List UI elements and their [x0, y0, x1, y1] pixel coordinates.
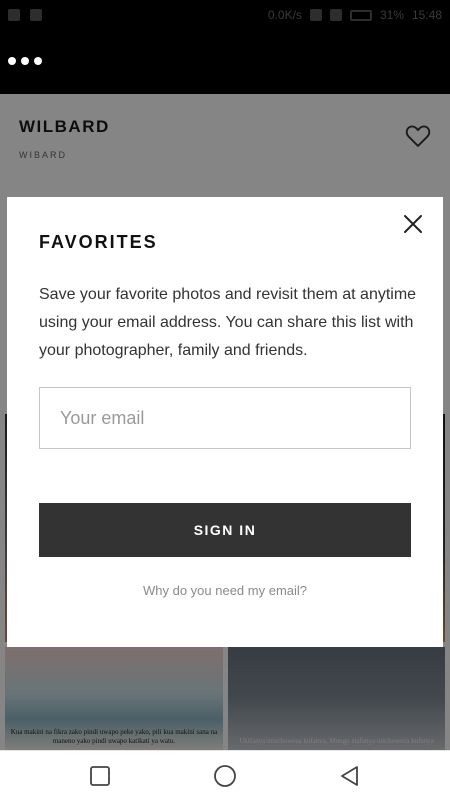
home-circle-icon[interactable]	[212, 763, 238, 789]
clock: 15:48	[411, 8, 442, 22]
status-bar: 0.0K/s 31% 15:48	[0, 0, 450, 32]
back-triangle-icon[interactable]	[337, 763, 363, 789]
favorites-modal: FAVORITES Save your favorite photos and …	[7, 197, 443, 647]
modal-description: Save your favorite photos and revisit th…	[39, 286, 417, 359]
network-speed: 0.0K/s	[267, 8, 302, 22]
sign-in-button[interactable]: SIGN IN	[39, 503, 411, 557]
image-icon	[30, 9, 42, 21]
close-icon[interactable]	[401, 212, 425, 236]
wifi-icon	[309, 9, 322, 21]
email-field[interactable]	[39, 387, 411, 449]
battery-level: 31%	[379, 8, 404, 22]
app-bar	[0, 32, 450, 94]
recents-square-icon[interactable]	[87, 763, 113, 789]
signal-icon	[329, 9, 342, 21]
why-email-link[interactable]: Why do you need my email?	[7, 583, 443, 598]
modal-title: FAVORITES	[39, 232, 158, 252]
more-dots-icon[interactable]	[8, 57, 42, 65]
battery-icon	[349, 9, 372, 21]
shield-icon	[8, 9, 20, 21]
system-nav-bar	[0, 750, 450, 800]
